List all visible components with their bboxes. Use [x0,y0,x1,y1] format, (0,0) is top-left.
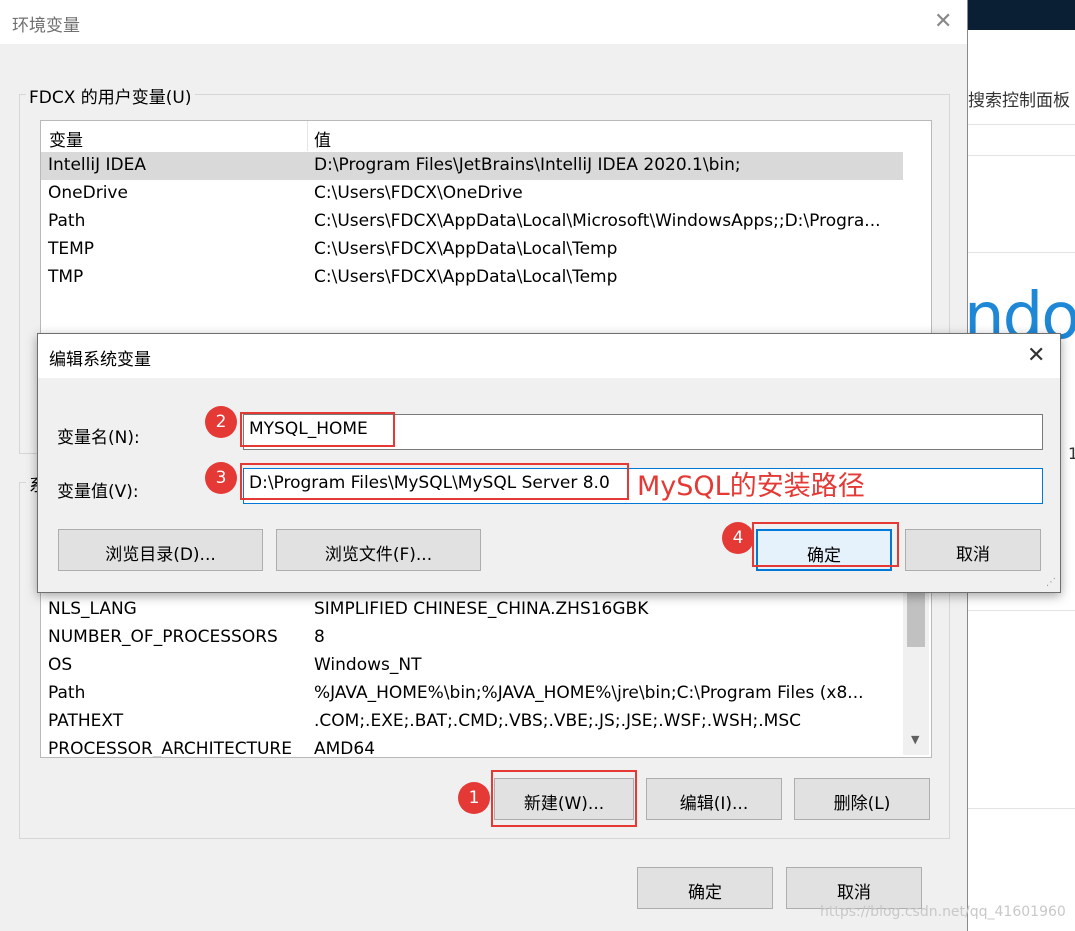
variable-value: 8 [314,627,325,647]
variable-name: PATHEXT [48,711,124,731]
dialog-titlebar: 环境变量 ✕ [0,0,967,44]
variable-value: C:\Users\FDCX\AppData\Local\Temp [314,239,618,259]
browse-file-button[interactable]: 浏览文件(F)... [276,529,481,571]
variable-value-label: 变量值(V): [57,482,139,502]
step-badge-3: 3 [205,462,237,494]
variable-name: TMP [48,267,84,287]
variable-value: C:\Users\FDCX\AppData\Local\Temp [314,267,618,287]
table-row[interactable]: TMP C:\Users\FDCX\AppData\Local\Temp [41,264,903,292]
table-row[interactable]: Path %JAVA_HOME%\bin;%JAVA_HOME%\jre\bin… [41,680,903,708]
column-header-value[interactable]: 值 [314,126,331,151]
control-panel-search-text: 搜索控制面板 [968,91,1070,111]
side-digit: 1 [1068,444,1075,463]
table-row[interactable]: PATHEXT .COM;.EXE;.BAT;.CMD;.VBS;.VBE;.J… [41,708,903,736]
variable-value: SIMPLIFIED CHINESE_CHINA.ZHS16GBK [314,599,649,619]
variable-name: TEMP [48,239,95,259]
install-path-note: MySQL的安装路径 [637,471,865,502]
variable-name: NLS_LANG [48,599,137,619]
scrollbar-thumb[interactable] [907,591,925,647]
variable-value: D:\Program Files\JetBrains\IntelliJ IDEA… [314,155,741,175]
scroll-down-arrow-icon[interactable]: ▼ [911,733,919,746]
variable-name-label: 变量名(N): [57,428,140,448]
edit-button[interactable]: 编辑(I)... [646,778,782,820]
divider [968,610,1075,611]
table-row[interactable]: Path C:\Users\FDCX\AppData\Local\Microso… [41,208,903,236]
dialog-title: 编辑系统变量 [49,350,151,370]
variable-name: PROCESSOR_ARCHITECTURE [48,739,292,758]
variable-name: Path [48,683,86,703]
variable-value: C:\Users\FDCX\OneDrive [314,183,523,203]
close-icon[interactable]: ✕ [934,11,952,33]
table-row[interactable]: IntelliJ IDEA D:\Program Files\JetBrains… [41,152,903,180]
user-variables-group-label: FDCX 的用户变量(U) [26,83,195,108]
divider [968,155,1075,156]
step-badge-4: 4 [722,522,754,554]
dialog-titlebar: 编辑系统变量 ✕ [38,334,1060,378]
table-row[interactable]: OneDrive C:\Users\FDCX\OneDrive [41,180,903,208]
browse-directory-button[interactable]: 浏览目录(D)... [58,529,263,571]
edit-cancel-button[interactable]: 取消 [905,529,1041,571]
ok-button[interactable]: 确定 [637,867,773,909]
highlight-new-button [491,770,637,827]
variable-value: C:\Users\FDCX\AppData\Local\Microsoft\Wi… [314,211,881,231]
variable-name: OneDrive [48,183,128,203]
divider [968,808,1075,809]
background-titlebar [968,0,1075,30]
column-separator[interactable] [307,121,308,151]
variable-value: .COM;.EXE;.BAT;.CMD;.VBS;.VBE;.JS;.JSE;.… [314,711,802,731]
table-row[interactable]: NLS_LANG SIMPLIFIED CHINESE_CHINA.ZHS16G… [41,596,903,624]
resize-grip-icon[interactable]: ⋰ [1046,577,1056,588]
table-row[interactable]: OS Windows_NT [41,652,903,680]
delete-button[interactable]: 删除(L) [794,778,930,820]
variable-value: Windows_NT [314,655,422,675]
column-header-variable[interactable]: 变量 [49,126,83,151]
variable-value: %JAVA_HOME%\bin;%JAVA_HOME%\jre\bin;C:\P… [314,683,864,703]
cancel-button[interactable]: 取消 [786,867,922,909]
table-row[interactable]: PROCESSOR_ARCHITECTURE AMD64 [41,736,903,758]
divider [968,252,1075,253]
close-icon[interactable]: ✕ [1027,345,1045,367]
variable-value: AMD64 [314,739,376,758]
step-badge-2: 2 [205,406,237,438]
highlight-variable-value [240,463,629,500]
variable-name: NUMBER_OF_PROCESSORS [48,627,278,647]
table-row[interactable]: TEMP C:\Users\FDCX\AppData\Local\Temp [41,236,903,264]
list-header: 变量 值 [41,121,931,151]
highlight-ok-button [752,522,899,567]
user-variables-list[interactable]: 变量 值 IntelliJ IDEA D:\Program Files\JetB… [40,120,932,352]
watermark: https://blog.csdn.net/qq_41601960 [820,904,1066,920]
variable-name: IntelliJ IDEA [48,155,146,175]
step-badge-1: 1 [458,782,490,814]
highlight-variable-name [240,412,395,447]
variable-name: Path [48,211,86,231]
table-row[interactable]: NUMBER_OF_PROCESSORS 8 [41,624,903,652]
dialog-title: 环境变量 [12,16,80,36]
variable-name: OS [48,655,73,675]
